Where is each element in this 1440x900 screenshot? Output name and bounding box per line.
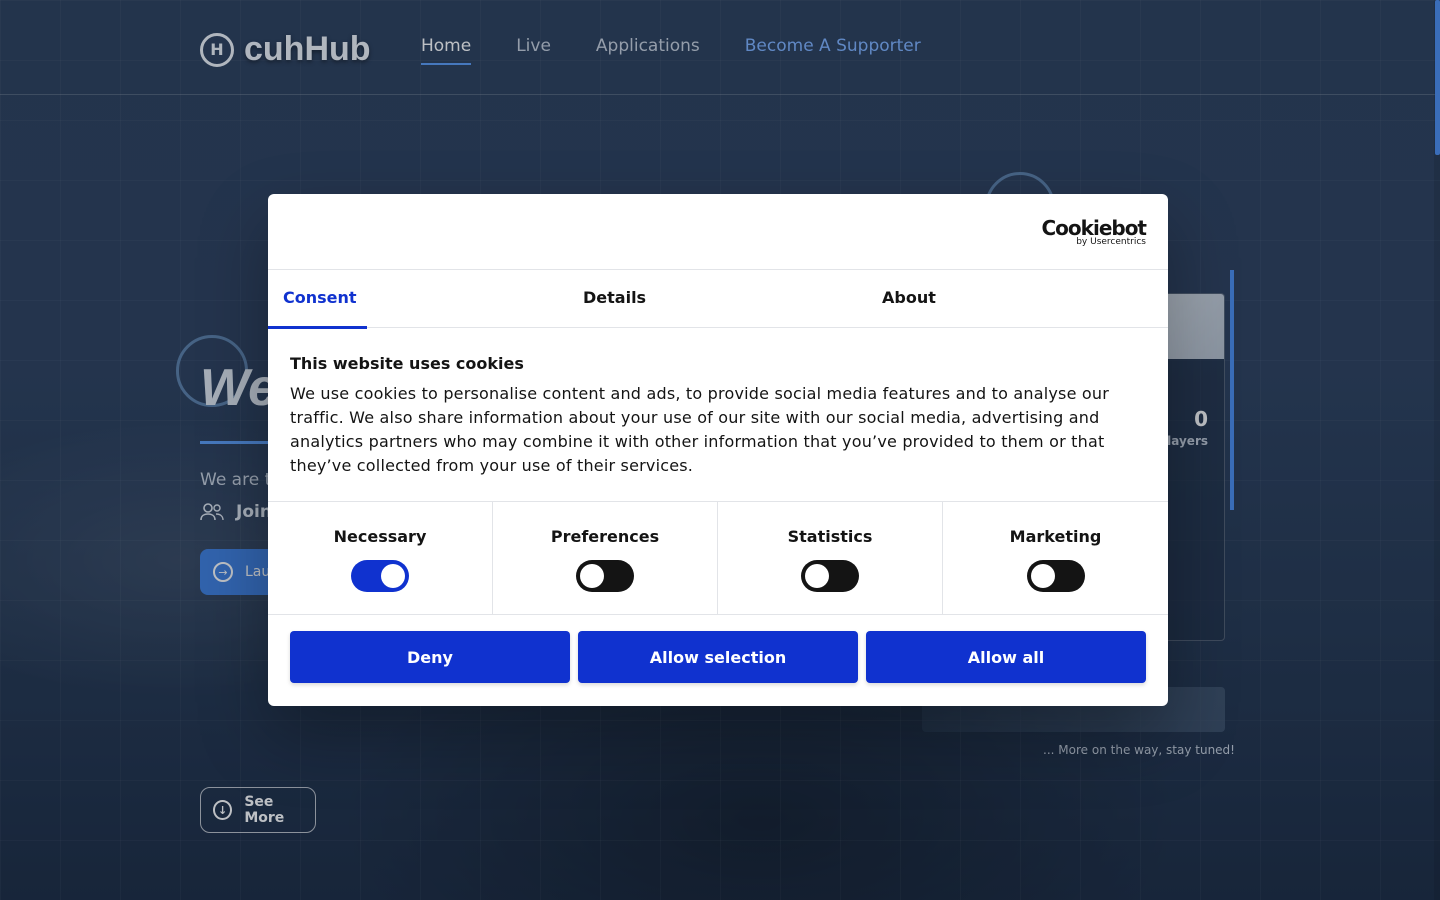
category-statistics: Statistics <box>718 502 943 615</box>
tab-details-label: Details <box>583 288 647 307</box>
category-necessary-label: Necessary <box>333 527 427 546</box>
preferences-toggle[interactable] <box>576 560 634 592</box>
toggle-knob <box>580 564 604 588</box>
dialog-buttons: Deny Allow selection Allow all <box>268 615 1168 699</box>
dialog-tabs: Consent Details About <box>268 270 1168 329</box>
marketing-toggle[interactable] <box>1026 560 1085 592</box>
toggle-knob <box>381 564 405 588</box>
consent-title: This website uses cookies <box>290 354 524 373</box>
category-preferences: Preferences <box>493 502 718 615</box>
category-preferences-label: Preferences <box>550 527 660 546</box>
tab-details[interactable]: Details <box>568 270 868 328</box>
consent-description: We use cookies to personalise content an… <box>290 384 1110 475</box>
consent-panel: This website uses cookies We use cookies… <box>268 328 1168 502</box>
allow-all-button[interactable]: Allow all <box>866 631 1146 683</box>
allow-selection-button[interactable]: Allow selection <box>578 631 858 683</box>
category-necessary: Necessary <box>268 502 493 615</box>
toggle-knob <box>1030 564 1055 588</box>
deny-button[interactable]: Deny <box>290 631 570 683</box>
statistics-toggle[interactable] <box>801 560 859 592</box>
category-marketing-label: Marketing <box>1009 527 1102 546</box>
category-statistics-label: Statistics <box>787 527 873 546</box>
dialog-header: Cookiebot by Usercentrics <box>268 194 1168 270</box>
tab-consent-label: Consent <box>283 288 357 307</box>
tab-consent[interactable]: Consent <box>268 270 568 329</box>
necessary-toggle[interactable] <box>351 560 409 592</box>
category-marketing: Marketing <box>943 502 1168 615</box>
cookie-category-toggles: Necessary Preferences Statistics Marketi… <box>268 502 1168 615</box>
toggle-knob <box>805 564 829 588</box>
tab-about-label: About <box>882 288 936 307</box>
cookiebot-logo[interactable]: Cookiebot by Usercentrics <box>1042 216 1147 247</box>
tab-about[interactable]: About <box>868 270 1168 328</box>
cookie-consent-dialog: Cookiebot by Usercentrics Consent Detail… <box>268 194 1168 706</box>
